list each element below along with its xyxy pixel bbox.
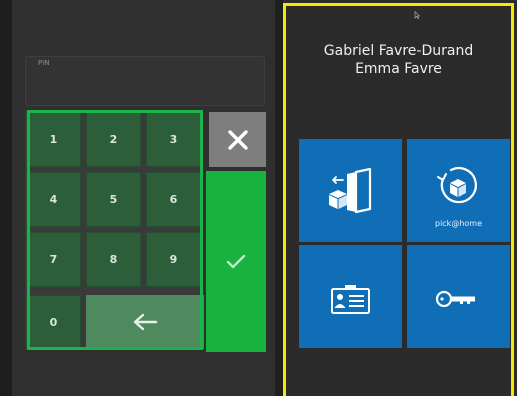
key-icon (435, 290, 475, 308)
pin-input[interactable]: PIN (25, 56, 265, 106)
key-7-label: 7 (49, 253, 58, 266)
key-6[interactable]: 6 (146, 172, 201, 227)
user-name-secondary: Emma Favre (355, 61, 442, 77)
key-9-label: 9 (169, 253, 178, 266)
key-4[interactable]: 4 (26, 172, 81, 227)
key-8-label: 8 (109, 253, 118, 266)
key-0-label: 0 (49, 315, 58, 329)
key-9[interactable]: 9 (146, 232, 201, 287)
tile-pick-at-home-label: pick@home (434, 219, 482, 228)
key-3-label: 3 (169, 133, 178, 146)
key-4-label: 4 (49, 193, 58, 206)
key-6-label: 6 (169, 193, 178, 206)
id-card-icon (331, 285, 370, 314)
confirm-button[interactable] (206, 171, 266, 352)
user-names: Gabriel Favre-Durand Emma Favre (286, 42, 511, 78)
tile-package-return[interactable] (299, 139, 402, 242)
backspace-button[interactable] (86, 295, 204, 349)
user-name-primary: Gabriel Favre-Durand (323, 43, 474, 59)
key-7[interactable]: 7 (26, 232, 81, 287)
key-5[interactable]: 5 (86, 172, 141, 227)
clear-button[interactable] (209, 112, 266, 167)
tile-key[interactable] (407, 245, 510, 348)
key-2-label: 2 (109, 133, 118, 146)
user-panel: Gabriel Favre-Durand Emma Favre pick@hom… (283, 3, 514, 396)
key-1[interactable]: 1 (26, 112, 81, 167)
panel-divider (275, 0, 283, 396)
close-icon (227, 129, 248, 150)
key-2[interactable]: 2 (86, 112, 141, 167)
left-edge (0, 0, 12, 396)
tile-id-card[interactable] (299, 245, 402, 348)
arrow-left-icon (133, 313, 158, 331)
checkmark-icon (226, 254, 246, 268)
key-3[interactable]: 3 (146, 112, 201, 167)
key-5-label: 5 (109, 193, 118, 206)
key-8[interactable]: 8 (86, 232, 141, 287)
pin-label: PIN (38, 59, 50, 67)
tile-pick-at-home[interactable]: pick@home (407, 139, 510, 242)
key-0[interactable]: 0 (26, 295, 81, 349)
package-return-door-icon (329, 167, 372, 214)
key-1-label: 1 (49, 133, 58, 146)
cursor-icon (414, 11, 420, 19)
